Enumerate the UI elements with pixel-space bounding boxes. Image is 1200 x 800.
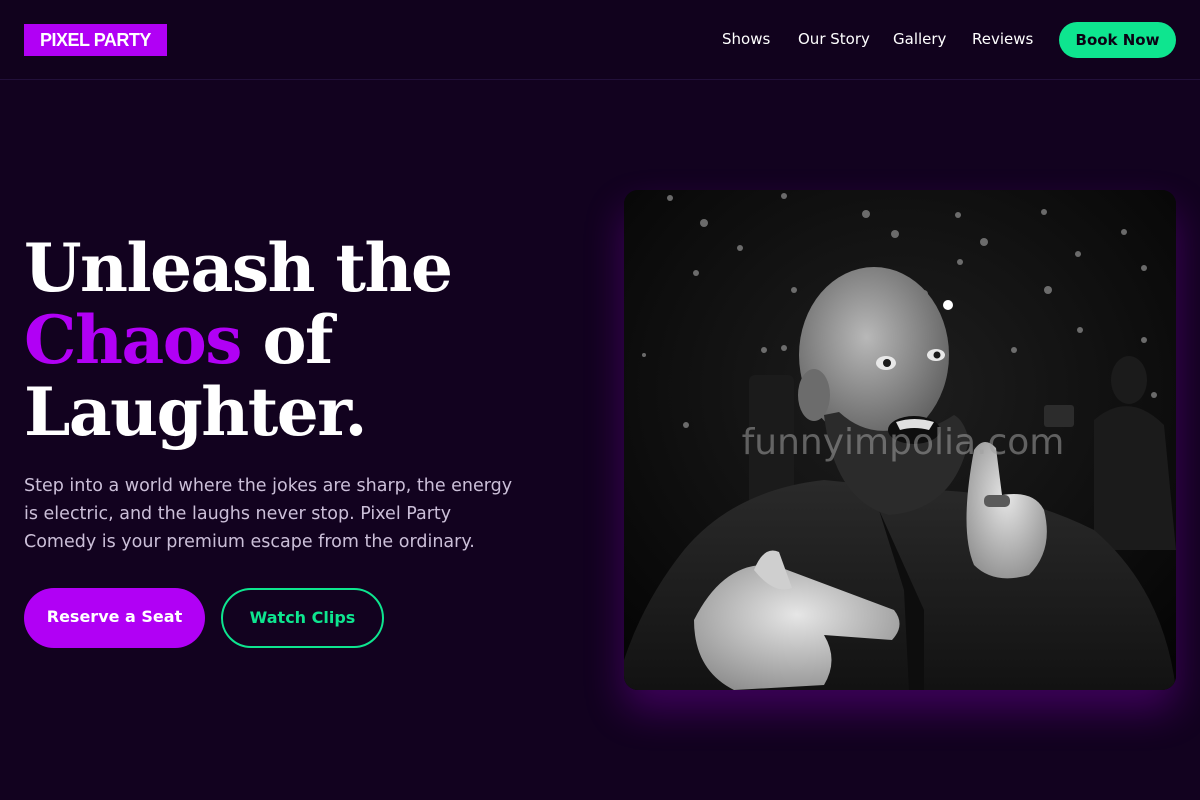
nav-link-our-story[interactable]: Our Story: [798, 30, 870, 48]
headline-accent: Chaos: [24, 301, 242, 379]
reserve-seat-button[interactable]: Reserve a Seat: [24, 588, 205, 648]
nav-link-reviews[interactable]: Reviews: [972, 30, 1033, 48]
image-watermark: funnyimpolia.com: [741, 422, 1065, 463]
logo[interactable]: PIXEL PARTY: [24, 24, 167, 56]
site-header: PIXEL PARTY Shows Our Story Gallery Revi…: [0, 0, 1200, 80]
headline-line-2-rest: of: [240, 301, 333, 379]
book-now-button[interactable]: Book Now: [1059, 22, 1176, 58]
headline-line-1: Unleash the: [24, 229, 453, 307]
nav-link-gallery[interactable]: Gallery: [893, 30, 946, 48]
hero-subtext: Step into a world where the jokes are sh…: [24, 476, 513, 552]
watch-clips-button[interactable]: Watch Clips: [221, 588, 384, 648]
nav-link-shows[interactable]: Shows: [722, 30, 770, 48]
headline-line-3: Laughter.: [24, 373, 367, 451]
hero-image: funnyimpolia.com: [624, 190, 1176, 690]
hero-headline: Unleash the Chaos of Laughter.: [24, 232, 584, 448]
